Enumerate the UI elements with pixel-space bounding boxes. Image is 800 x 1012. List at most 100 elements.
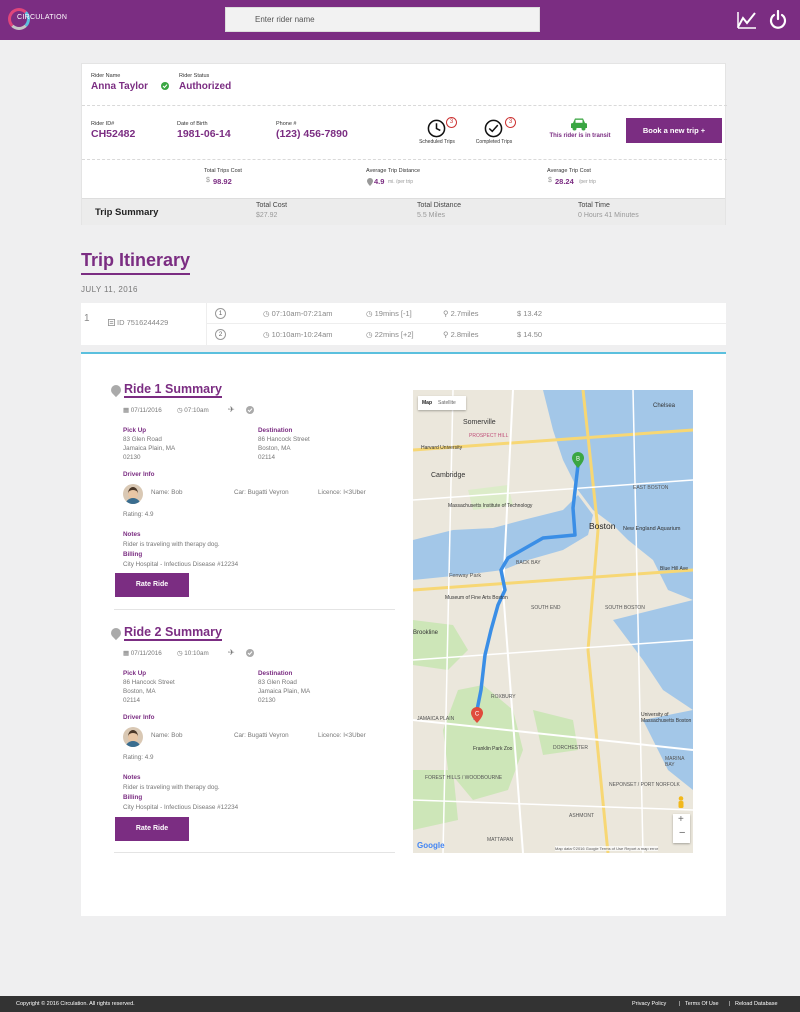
rider-status: Authorized [179, 81, 232, 92]
notes-text: Rider is traveling with therapy dog. [123, 541, 220, 548]
pickup-line: 83 Glen Road [123, 436, 162, 443]
driver-info-label: Driver Info [123, 714, 155, 721]
zoom-control: + − [673, 814, 690, 843]
ride-time: ◷ 07:10am [177, 407, 209, 414]
billing-text: City Hospital - Infectious Disease #1223… [123, 804, 239, 811]
divider [82, 159, 727, 160]
privacy-policy-link[interactable]: Privacy Policy [632, 1001, 666, 1007]
trip-summary-bar: Trip Summary Total Cost $27.92 Total Dis… [82, 198, 725, 225]
terms-link[interactable]: Terms Of Use [685, 1001, 719, 1007]
itinerary-title: Trip Itinerary [81, 250, 191, 275]
destination-marker-icon[interactable]: B [572, 452, 584, 468]
dollar-sign: $ [548, 177, 552, 184]
copyright-text: Copyright © 2016 Circulation. All rights… [16, 1001, 135, 1007]
summary-time-label: Total Time [578, 202, 610, 209]
rider-card: Rider Name Anna Taylor Rider Status Auth… [81, 63, 727, 225]
destination-line: 02114 [258, 454, 276, 461]
map-attribution[interactable]: Map data ©2016 Google Terms of Use Repor… [555, 846, 659, 851]
location-pin-icon [108, 625, 124, 641]
leg-distance-value: 2.7miles [450, 309, 479, 318]
pickup-line: Boston, MA [123, 688, 156, 695]
map-label: Museum of Fine Arts Boston [445, 595, 508, 601]
origin-marker-icon[interactable]: C [471, 707, 483, 723]
map-label: Somerville [463, 419, 496, 426]
map-label: New England Aquarium [623, 526, 681, 532]
map-label: SOUTH BOSTON [605, 605, 645, 611]
car-icon [571, 118, 587, 131]
avg-distance-value: 4.9 [374, 177, 385, 186]
location-pin-icon [108, 382, 124, 398]
reload-database-link[interactable]: Reload Database [735, 1001, 778, 1007]
leg-duration: ◷ 22mins [+2] [366, 330, 414, 339]
route-map[interactable]: Map Satellite B C Somerville Cambridge B… [413, 390, 693, 853]
completed-count-badge: 3 [505, 117, 516, 128]
map-label: ASHMONT [569, 813, 594, 819]
leg-cost-value: 13.42 [523, 309, 543, 318]
notes-label: Notes [123, 774, 141, 781]
footer: Copyright © 2016 Circulation. All rights… [0, 996, 800, 1012]
ride-1-title[interactable]: Ride 1 Summary [124, 382, 222, 398]
ride-date: ▦ 07/11/2016 [123, 650, 162, 657]
destination-line: 83 Glen Road [258, 679, 297, 686]
check-icon [246, 406, 254, 414]
trip-table[interactable]: 1 ID 7516244429 1 ◷ 07:10am-07:21am ◷ 19… [81, 303, 726, 345]
destination-label: Destination [258, 670, 293, 677]
street-view-pegman-icon[interactable] [677, 796, 685, 810]
driver-avatar [123, 727, 143, 747]
scheduled-trips-label: Scheduled Trips [419, 139, 455, 145]
destination-line: Jamaica Plain, MA [258, 688, 311, 695]
check-icon [246, 649, 254, 657]
scheduled-count-badge: 3 [446, 117, 457, 128]
divider [82, 105, 727, 106]
plane-icon: ✈ [228, 648, 235, 657]
ride-divider [114, 609, 395, 610]
phone-value: (123) 456-7890 [276, 128, 348, 140]
pickup-line: 02130 [123, 454, 141, 461]
google-logo: Google [417, 841, 445, 850]
map-label: DORCHESTER [553, 745, 589, 751]
clock-icon [427, 119, 446, 138]
map-type-toggle[interactable]: Map Satellite [418, 396, 466, 410]
driver-name: Name: Bob [151, 489, 183, 496]
map-label: Chelsea [653, 403, 676, 409]
map-label: EAST BOSTON [633, 485, 669, 491]
destination-line: 86 Hancock Street [258, 436, 310, 443]
row-divider [206, 323, 726, 324]
zoom-out-button[interactable]: − [679, 827, 685, 839]
rate-ride-button[interactable]: Rate Ride [115, 817, 189, 841]
leg-distance: ⚲ 2.7miles [443, 309, 479, 318]
driver-licence: Licence: I<3Uber [318, 732, 366, 739]
satellite-tab[interactable]: Satellite [438, 400, 456, 406]
rider-id-label: Rider ID# [91, 121, 115, 127]
summary-cost-label: Total Cost [256, 202, 288, 209]
avg-distance-label: Average Trip Distance [366, 168, 421, 174]
destination-label: Destination [258, 427, 293, 434]
footer-separator: | [729, 1001, 731, 1007]
itinerary-date: JULY 11, 2016 [81, 285, 138, 294]
map-label: MARINA BAY [665, 756, 685, 768]
map-label: Harvard University [421, 445, 463, 451]
rate-ride-button[interactable]: Rate Ride [115, 573, 189, 597]
leg-distance: ⚲ 2.8miles [443, 330, 479, 339]
zoom-in-button[interactable]: + [678, 814, 684, 825]
driver-avatar [123, 484, 143, 504]
footer-separator: | [679, 1001, 681, 1007]
ride-time-value: 10:10am [184, 650, 209, 657]
dob-label: Date of Birth [177, 121, 208, 127]
destination-line: Boston, MA [258, 445, 291, 452]
total-cost-value: 98.92 [213, 177, 232, 186]
plane-icon: ✈ [228, 405, 235, 414]
trip-detail-panel: Ride 1 Summary ▦ 07/11/2016 ◷ 07:10am ✈ … [81, 354, 726, 916]
driver-car: Car: Bugatti Veyron [234, 732, 289, 739]
leg-duration-value: 22mins [+2] [374, 330, 414, 339]
leg-time-value: 10:10am-10:24am [271, 330, 333, 339]
logo[interactable]: CIRCULATION [8, 8, 67, 32]
book-trip-button[interactable]: Book a new trip + [626, 118, 722, 143]
map-label: Boston [589, 521, 616, 531]
chart-icon[interactable] [737, 10, 757, 30]
ride-2-title[interactable]: Ride 2 Summary [124, 625, 222, 641]
driver-car: Car: Bugatti Veyron [234, 489, 289, 496]
search-input[interactable]: Enter rider name [225, 7, 540, 32]
map-tab[interactable]: Map [422, 400, 432, 406]
power-icon[interactable] [768, 10, 788, 30]
